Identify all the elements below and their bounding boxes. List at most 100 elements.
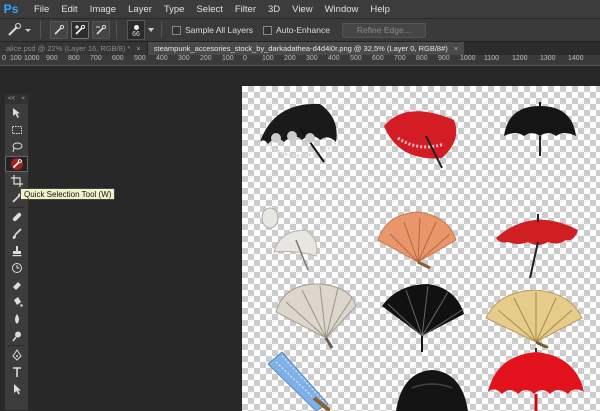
- menu-help[interactable]: Help: [364, 4, 396, 15]
- checkbox-box[interactable]: [172, 25, 181, 35]
- brush-new-icon: [54, 24, 65, 35]
- tab-label: steampunk_accesories_stock_by_darkadathe…: [153, 44, 448, 53]
- horizontal-ruler[interactable]: 0 100 1000 900 800 700 600 500 400 300 2…: [0, 55, 600, 66]
- white-parasol: [261, 207, 318, 271]
- arrow-icon: [13, 384, 21, 395]
- separator: [161, 21, 162, 39]
- ruler-label: 1300: [540, 55, 556, 62]
- ruler-label: 0: [2, 55, 6, 62]
- refine-edge-button[interactable]: Refine Edge...: [341, 22, 426, 38]
- auto-enhance-label: Auto-Enhance: [276, 25, 330, 35]
- ruler-label: 400: [156, 55, 168, 62]
- add-to-selection-button[interactable]: [71, 21, 89, 39]
- ruler-label: 900: [438, 55, 450, 62]
- ruler-label: 700: [394, 55, 406, 62]
- collapse-icon[interactable]: <<: [8, 96, 15, 102]
- menu-window[interactable]: Window: [319, 4, 365, 15]
- auto-enhance-checkbox[interactable]: Auto-Enhance: [263, 25, 330, 35]
- separator: [40, 21, 41, 39]
- path-selection-tool-button[interactable]: [5, 381, 28, 397]
- ruler-label: 500: [350, 55, 362, 62]
- gradient-tool-button[interactable]: [5, 294, 28, 310]
- ruler-label: 500: [134, 55, 146, 62]
- history-brush-icon: [11, 263, 22, 273]
- tool-tooltip: Quick Selection Tool (W): [20, 188, 116, 200]
- marquee-icon: [11, 126, 22, 134]
- menu-bar: Ps File Edit Image Layer Type Select Fil…: [0, 0, 600, 18]
- tab-steampunk[interactable]: steampunk_accesories_stock_by_darkadathe…: [147, 42, 465, 55]
- pen-icon: [11, 349, 22, 361]
- photoshop-logo-icon: Ps: [3, 2, 19, 16]
- black-lace-umbrella: [260, 103, 338, 163]
- crop-tool-button[interactable]: [5, 173, 28, 189]
- dodge-tool-button[interactable]: [5, 328, 28, 344]
- ruler-label: 1100: [484, 55, 500, 62]
- lasso-tool-button[interactable]: [5, 139, 28, 155]
- new-selection-button[interactable]: [50, 21, 68, 39]
- quick-selection-tool-button[interactable]: [5, 156, 28, 172]
- subtract-from-selection-button[interactable]: [92, 21, 110, 39]
- ruler-label: 1200: [512, 55, 528, 62]
- close-icon[interactable]: ×: [136, 44, 140, 53]
- document-tabs: alice.psd @ 22% (Layer 16, RGB/8) * × st…: [0, 42, 600, 55]
- marquee-tool-button[interactable]: [5, 122, 28, 138]
- stamp-icon: [12, 246, 21, 257]
- ruler-label: 100: [262, 55, 274, 62]
- cream-fan: [485, 290, 583, 348]
- eraser-tool-button[interactable]: [5, 277, 28, 293]
- menu-view[interactable]: View: [286, 4, 318, 15]
- menu-layer[interactable]: Layer: [122, 4, 158, 15]
- menu-image[interactable]: Image: [84, 4, 122, 15]
- menu-filter[interactable]: Filter: [229, 4, 262, 15]
- lasso-icon: [12, 142, 22, 153]
- close-icon[interactable]: ×: [454, 44, 458, 53]
- brush-size-value: 66: [132, 31, 140, 38]
- brush-dot-icon: [133, 25, 139, 30]
- red-lace-umbrella: [384, 111, 457, 169]
- move-tool-button[interactable]: [5, 105, 28, 121]
- blur-tool-button[interactable]: [5, 311, 28, 327]
- quick-selection-icon: [8, 23, 31, 36]
- crop-icon: [10, 175, 23, 187]
- checkbox-box[interactable]: [263, 25, 273, 35]
- tool-preset-picker[interactable]: [4, 20, 34, 40]
- sample-all-layers-checkbox[interactable]: Sample All Layers: [172, 25, 253, 35]
- pen-tool-button[interactable]: [5, 347, 28, 363]
- ruler-label: 800: [68, 55, 80, 62]
- paint-bucket-icon: [13, 297, 23, 307]
- blue-fan: [267, 351, 330, 411]
- quick-selection-icon: [10, 158, 23, 170]
- separator: [8, 207, 25, 208]
- ruler-label: 700: [90, 55, 102, 62]
- menu-select[interactable]: Select: [190, 4, 228, 15]
- menu-file[interactable]: File: [28, 4, 55, 15]
- close-icon[interactable]: ×: [21, 96, 25, 102]
- brush-picker[interactable]: 66: [127, 20, 145, 40]
- clone-stamp-tool-button[interactable]: [5, 243, 28, 259]
- ruler-label: 300: [178, 55, 190, 62]
- history-brush-tool-button[interactable]: [5, 260, 28, 276]
- tools-panel: << ×: [4, 93, 29, 411]
- bandage-icon: [12, 212, 21, 222]
- brush-tool-button[interactable]: [5, 226, 28, 242]
- menu-edit[interactable]: Edit: [55, 4, 83, 15]
- menu-3d[interactable]: 3D: [262, 4, 286, 15]
- menu-type[interactable]: Type: [158, 4, 191, 15]
- separator: [8, 345, 25, 346]
- document-canvas[interactable]: [242, 86, 600, 411]
- ruler-label: 800: [416, 55, 428, 62]
- chevron-down-icon[interactable]: [147, 26, 155, 34]
- type-tool-button[interactable]: [5, 364, 28, 380]
- ruler-label: 600: [372, 55, 384, 62]
- healing-brush-tool-button[interactable]: [5, 209, 28, 225]
- brush-subtract-icon: [96, 24, 107, 35]
- separator: [116, 21, 117, 39]
- ruler-label: 100: [10, 55, 22, 62]
- tools-panel-header: << ×: [5, 94, 28, 104]
- red-ruffled-parasol: [488, 348, 584, 411]
- brush-add-icon: [75, 24, 86, 35]
- eraser-icon: [12, 282, 21, 290]
- tab-alice[interactable]: alice.psd @ 22% (Layer 16, RGB/8) * ×: [0, 42, 148, 55]
- orange-fan: [377, 211, 457, 270]
- ruler-label: 100: [222, 55, 234, 62]
